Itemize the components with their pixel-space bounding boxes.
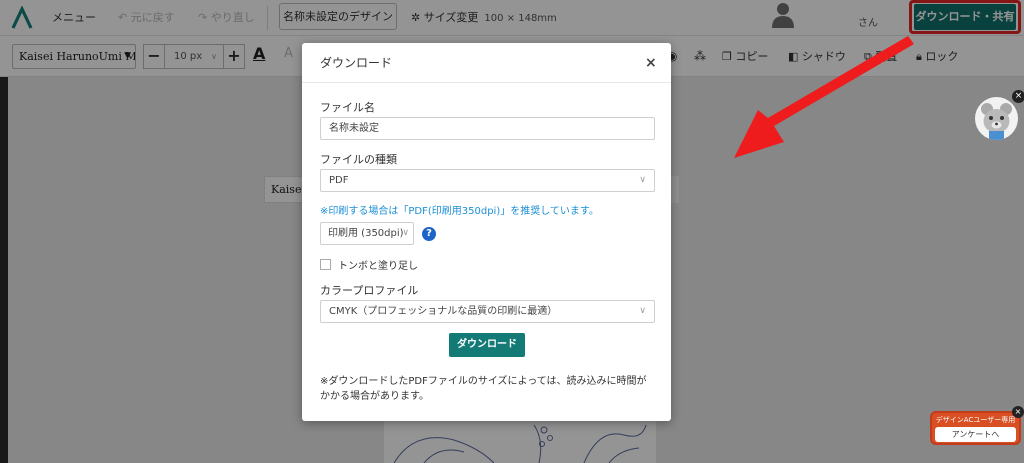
close-icon[interactable]: × [1012,406,1024,418]
mascot-bear-icon[interactable] [975,97,1018,140]
trim-marks-label[interactable]: トンボと塗り足し [338,257,418,272]
download-dialog: ダウンロード × ファイル名 名称未設定 ファイルの種類 PDF ∨ ※印刷する場… [302,43,671,421]
quality-select[interactable]: 印刷用 (350dpi) ∨ [320,222,414,245]
close-icon[interactable]: × [1012,90,1024,103]
close-icon[interactable]: × [645,55,657,71]
dialog-title: ダウンロード [320,56,393,70]
chevron-down-icon: ∨ [639,175,646,185]
download-footnote: ※ダウンロードしたPDFファイルのサイズによっては、読み込みに時間がかかる場合が… [320,376,647,402]
survey-widget: デザインACユーザー専用 アンケートへ [930,411,1021,445]
color-profile-label: カラープロファイル [320,284,419,297]
chevron-down-icon: ∨ [402,228,409,238]
dialog-divider [302,82,671,83]
annotation-arrow-icon [734,36,914,158]
quality-value: 印刷用 (350dpi) [328,228,404,239]
filetype-label: ファイルの種類 [320,153,397,166]
trim-marks-checkbox[interactable] [320,259,331,270]
filename-input[interactable]: 名称未設定 [320,117,655,140]
help-icon[interactable]: ? [422,227,436,241]
chevron-down-icon: ∨ [639,306,646,316]
print-recommendation-note: ※印刷する場合は「PDF(印刷用350dpi)」を推奨しています。 [320,206,599,217]
filename-label: ファイル名 [320,101,375,114]
filetype-select[interactable]: PDF ∨ [320,169,655,192]
survey-title: デザインACユーザー専用 [935,416,1016,424]
filetype-value: PDF [329,175,349,186]
color-profile-select[interactable]: CMYK（プロフェッショナルな品質の印刷に最適） ∨ [320,300,655,323]
survey-button[interactable]: アンケートへ [935,427,1016,442]
download-button[interactable]: ダウンロード [449,333,525,357]
color-profile-value: CMYK（プロフェッショナルな品質の印刷に最適） [329,306,558,317]
